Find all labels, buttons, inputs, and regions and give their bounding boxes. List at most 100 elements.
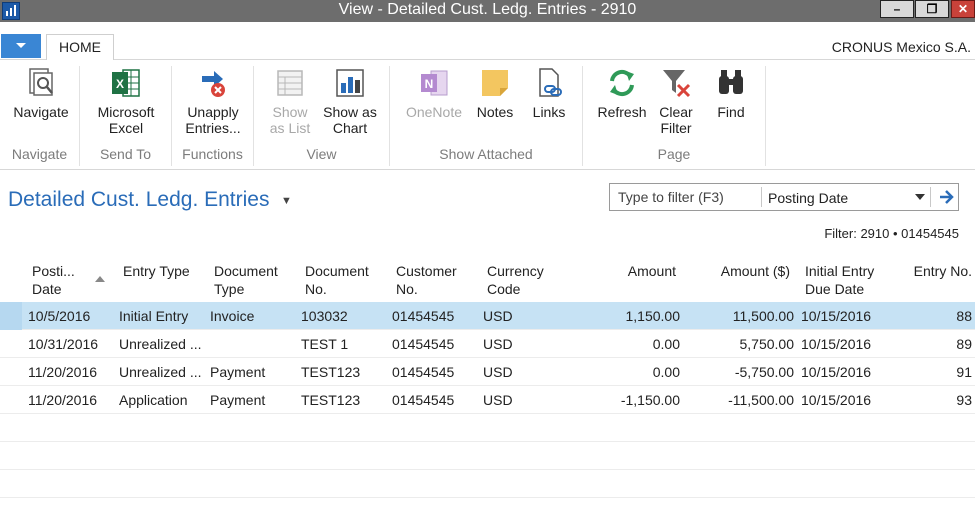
dropdown-arrow-icon[interactable] <box>915 194 925 200</box>
group-label-page: Page <box>657 146 691 162</box>
cell-due-date[interactable]: 10/15/2016 <box>801 336 871 352</box>
cell-entry-type[interactable]: Unrealized ... <box>119 364 201 380</box>
column-header-currency-code[interactable]: Currency Code <box>487 262 544 298</box>
table-row[interactable]: 10/31/2016 Unrealized ... TEST 1 0145454… <box>0 330 975 358</box>
maximize-button[interactable]: ❐ <box>915 0 949 18</box>
cell-entry-no[interactable]: 89 <box>920 336 972 352</box>
page-title[interactable]: Detailed Cust. Ledg. Entries <box>8 188 269 212</box>
cell-posting-date[interactable]: 10/31/2016 <box>28 336 98 352</box>
ribbon-group-page: Refresh Clear Filter Find Page <box>583 66 766 166</box>
cell-document-no[interactable]: TEST123 <box>301 364 360 380</box>
column-header-entry-no[interactable]: Entry No. <box>900 262 972 280</box>
cell-due-date[interactable]: 10/15/2016 <box>801 364 871 380</box>
show-as-list-button[interactable]: Show as List <box>262 66 318 136</box>
filter-input[interactable]: Type to filter (F3) <box>618 189 724 205</box>
cell-amount-usd[interactable]: -11,500.00 <box>696 392 794 408</box>
company-name[interactable]: CRONUS Mexico S.A. <box>832 39 971 55</box>
cell-amount[interactable]: 1,150.00 <box>590 308 681 324</box>
cell-currency-code[interactable]: USD <box>483 336 513 352</box>
column-header-entry-type[interactable]: Entry Type <box>123 262 190 280</box>
cell-entry-no[interactable]: 88 <box>920 308 972 324</box>
cell-amount-usd[interactable]: -5,750.00 <box>696 364 794 380</box>
column-header-amount-usd[interactable]: Amount ($) <box>700 262 790 280</box>
show-as-chart-button[interactable]: Show as Chart <box>318 66 382 136</box>
empty-table-row <box>0 470 975 498</box>
cell-amount[interactable]: -1,150.00 <box>590 392 680 408</box>
cell-posting-date[interactable]: 11/20/2016 <box>28 392 97 408</box>
filter-box: Type to filter (F3) Posting Date <box>609 183 959 211</box>
cell-document-no[interactable]: 103032 <box>301 308 348 324</box>
minimize-button[interactable]: – <box>880 0 914 18</box>
group-label-send-to: Send To <box>99 146 152 162</box>
cell-entry-type[interactable]: Initial Entry <box>119 308 188 324</box>
ribbon-tab-strip: HOME CRONUS Mexico S.A. <box>0 22 975 61</box>
show-list-label-line1: Show <box>272 104 308 120</box>
navigate-button[interactable]: Navigate <box>8 66 74 120</box>
cell-posting-date[interactable]: 11/20/2016 <box>28 364 97 380</box>
unapply-icon <box>202 71 225 97</box>
excel-label-line2: Excel <box>108 120 144 136</box>
cell-customer-no[interactable]: 01454545 <box>392 308 454 324</box>
cell-currency-code[interactable]: USD <box>483 392 513 408</box>
cell-amount[interactable]: 0.00 <box>590 364 680 380</box>
cell-customer-no[interactable]: 01454545 <box>392 392 454 408</box>
find-label: Find <box>717 104 745 120</box>
cell-posting-date[interactable]: 10/5/2016 <box>28 308 90 324</box>
tab-home[interactable]: HOME <box>46 34 114 61</box>
find-button[interactable]: Find <box>709 66 753 120</box>
cell-entry-type[interactable]: Unrealized ... <box>119 336 201 352</box>
row-selector[interactable] <box>0 302 22 330</box>
show-list-label-line2: as List <box>269 120 311 136</box>
excel-label-line1: Microsoft <box>97 104 155 120</box>
cell-currency-code[interactable]: USD <box>483 364 513 380</box>
unapply-label-line1: Unapply <box>187 104 239 120</box>
cell-document-no[interactable]: TEST 1 <box>301 336 348 352</box>
unapply-entries-button[interactable]: Unapply Entries... <box>178 66 248 136</box>
filter-summary: Filter: 2910 • 01454545 <box>824 226 959 241</box>
cell-entry-no[interactable]: 93 <box>920 392 972 408</box>
arrow-right-icon[interactable] <box>936 185 956 209</box>
clear-filter-button[interactable]: Clear Filter <box>651 66 701 136</box>
cell-entry-no[interactable]: 91 <box>920 364 972 380</box>
cell-due-date[interactable]: 10/15/2016 <box>801 308 871 324</box>
window-title: View - Detailed Cust. Ledg. Entries - 29… <box>338 1 637 18</box>
cell-document-type[interactable]: Payment <box>210 392 265 408</box>
cell-amount-usd[interactable]: 11,500.00 <box>696 308 794 324</box>
cell-due-date[interactable]: 10/15/2016 <box>801 392 871 408</box>
table-row[interactable]: 11/20/2016 Unrealized ... Payment TEST12… <box>0 358 975 386</box>
links-button[interactable]: Links <box>526 66 572 120</box>
filter-field-select[interactable]: Posting Date <box>768 190 848 206</box>
quick-access-menu-button[interactable] <box>1 34 41 58</box>
chevron-down-icon[interactable]: ▼ <box>281 195 292 207</box>
column-header-initial-entry-due-date[interactable]: Initial Entry Due Date <box>805 262 874 298</box>
cell-currency-code[interactable]: USD <box>483 308 513 324</box>
notes-label: Notes <box>476 104 514 120</box>
column-header-document-type[interactable]: Document Type <box>214 262 278 298</box>
onenote-label: OneNote <box>405 104 463 120</box>
cell-document-no[interactable]: TEST123 <box>301 392 360 408</box>
close-button[interactable]: ✕ <box>951 0 975 18</box>
unapply-label-line2: Entries... <box>185 120 241 136</box>
cell-document-type[interactable]: Payment <box>210 364 265 380</box>
column-header-document-no[interactable]: Document No. <box>305 262 369 298</box>
column-header-amount[interactable]: Amount <box>590 262 676 280</box>
cell-customer-no[interactable]: 01454545 <box>392 364 454 380</box>
cell-entry-type[interactable]: Application <box>119 392 188 408</box>
onenote-button[interactable]: N OneNote <box>400 66 468 120</box>
refresh-button[interactable]: Refresh <box>593 66 651 120</box>
table-row[interactable]: 10/5/2016 Initial Entry Invoice 103032 0… <box>0 302 975 330</box>
column-header-posting-date[interactable]: Posti... Date <box>32 262 75 298</box>
cell-amount-usd[interactable]: 5,750.00 <box>696 336 795 352</box>
ribbon-group-navigate: Navigate Navigate <box>0 66 80 166</box>
svg-text:X: X <box>116 77 124 91</box>
microsoft-excel-button[interactable]: X Microsoft Excel <box>90 66 162 136</box>
show-chart-label-line2: Chart <box>332 120 368 136</box>
notes-button[interactable]: Notes <box>470 66 520 120</box>
column-header-customer-no[interactable]: Customer No. <box>396 262 457 298</box>
filter-separator <box>930 187 931 207</box>
cell-customer-no[interactable]: 01454545 <box>392 336 454 352</box>
table-row[interactable]: 11/20/2016 Application Payment TEST123 0… <box>0 386 975 414</box>
cell-amount[interactable]: 0.00 <box>590 336 680 352</box>
cell-document-type[interactable]: Invoice <box>210 308 254 324</box>
clear-filter-label-line2: Filter <box>660 120 692 136</box>
